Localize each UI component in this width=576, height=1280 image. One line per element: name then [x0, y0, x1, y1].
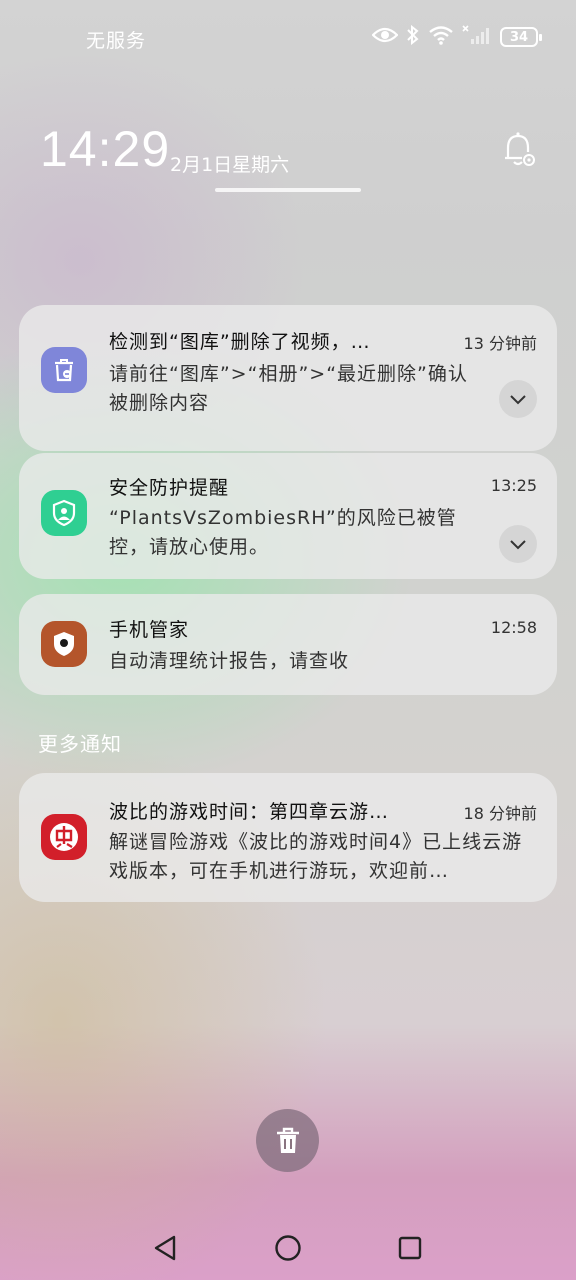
- notification-title: 检测到“图库”删除了视频，…: [109, 331, 371, 353]
- recents-square-icon: [398, 1236, 422, 1260]
- carrier-label: 无服务: [86, 30, 147, 52]
- back-triangle-icon: [154, 1235, 176, 1261]
- battery-icon: 34: [500, 27, 542, 47]
- status-icons: 34: [371, 24, 542, 49]
- clock-time: 14:29: [40, 121, 171, 177]
- more-notifications-label: 更多通知: [38, 732, 122, 756]
- notification-time: 18 分钟前: [463, 804, 537, 823]
- notification-card-game[interactable]: 波比的游戏时间：第四章云游… 18 分钟前 解谜冒险游戏《波比的游戏时间4》已上…: [19, 773, 557, 902]
- chevron-down-icon: [510, 540, 526, 550]
- wifi-icon: [428, 25, 454, 49]
- notification-body: 请前往“图库”>“相册”>“最近删除”确认被删除内容: [109, 363, 468, 414]
- notification-card-phone-manager[interactable]: 手机管家 12:58 自动清理统计报告，请查收: [19, 594, 557, 695]
- expand-button[interactable]: [499, 525, 537, 563]
- notification-title: 安全防护提醒: [109, 477, 230, 499]
- notification-body: 解谜冒险游戏《波比的游戏时间4》已上线云游戏版本，可在手机进行游玩，欢迎前…: [109, 831, 523, 882]
- back-button[interactable]: [148, 1231, 182, 1265]
- notification-card-gallery[interactable]: 检测到“图库”删除了视频，… 13 分钟前 请前往“图库”>“相册”>“最近删除…: [19, 305, 557, 451]
- navigation-bar: [0, 1215, 576, 1280]
- pull-down-handle[interactable]: [215, 188, 361, 192]
- notification-title: 波比的游戏时间：第四章云游…: [109, 801, 390, 823]
- trash-icon: [276, 1127, 299, 1153]
- notification-time: 12:58: [490, 618, 537, 637]
- eye-icon: [371, 26, 399, 48]
- phone-manager-icon: [41, 621, 87, 667]
- game-app-icon: [41, 814, 87, 860]
- home-button[interactable]: [271, 1231, 305, 1265]
- signal-icon: [462, 25, 492, 49]
- lockscreen-clock-row: 14:29 2月1日星期六: [40, 120, 540, 192]
- home-circle-icon: [275, 1235, 301, 1261]
- notification-title: 手机管家: [109, 619, 190, 641]
- notification-body: “PlantsVsZombiesRH”的风险已被管控，请放心使用。: [109, 507, 457, 558]
- status-bar: 无服务 34: [0, 0, 576, 78]
- security-shield-icon: [41, 490, 87, 536]
- notification-time: 13 分钟前: [463, 334, 537, 353]
- expand-button[interactable]: [499, 380, 537, 418]
- gallery-trash-icon: [41, 347, 87, 393]
- notification-card-security[interactable]: 安全防护提醒 13:25 “PlantsVsZombiesRH”的风险已被管控，…: [19, 453, 557, 579]
- notification-time: 13:25: [490, 476, 537, 495]
- notification-body: 自动清理统计报告，请查收: [109, 650, 350, 672]
- clear-all-button[interactable]: [256, 1109, 319, 1172]
- chevron-down-icon: [510, 395, 526, 405]
- recents-button[interactable]: [393, 1231, 427, 1265]
- bluetooth-icon: [406, 24, 420, 49]
- battery-level: 34: [509, 29, 529, 45]
- notification-settings-icon[interactable]: [500, 130, 538, 170]
- clock-date: 2月1日星期六: [170, 154, 290, 176]
